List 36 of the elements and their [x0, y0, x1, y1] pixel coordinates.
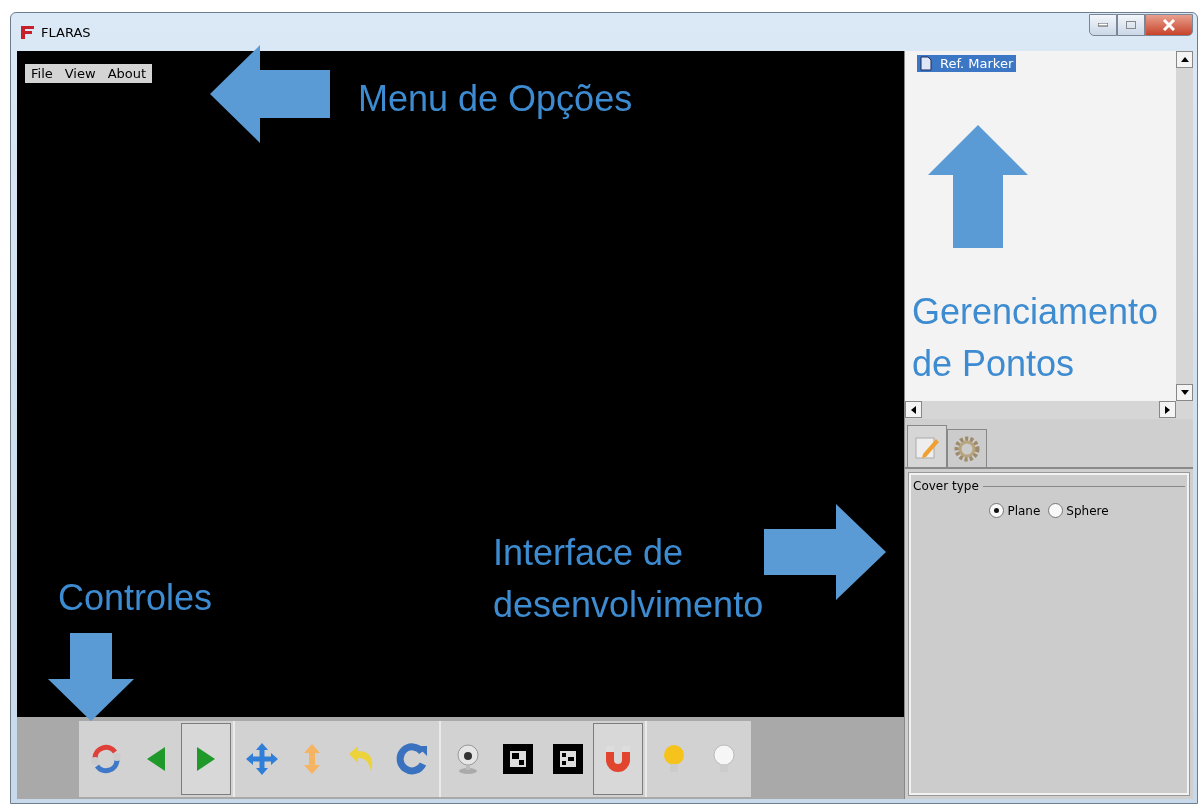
maximize-icon: [1126, 21, 1136, 29]
window-title: FLARAS: [41, 24, 91, 40]
maximize-button[interactable]: [1117, 14, 1145, 36]
radio-option[interactable]: Sphere: [1048, 503, 1109, 518]
vertical-scrollbar[interactable]: [1176, 51, 1193, 401]
annotation-label: Interface de desenvolvimento: [493, 531, 765, 627]
minimize-button[interactable]: [1089, 14, 1117, 36]
down-arrow-icon: [1180, 390, 1189, 395]
marker-icon: [501, 742, 535, 776]
tree-item[interactable]: Ref. Marker: [917, 55, 1017, 72]
annotation-label: Controles: [58, 576, 213, 620]
right-arrow-icon: [1165, 405, 1170, 414]
tab[interactable]: [907, 425, 947, 467]
menu-item[interactable]: View: [64, 66, 96, 81]
move-icon: [245, 742, 279, 776]
document-icon: [920, 56, 932, 71]
group-title: Cover type: [913, 479, 979, 493]
annotation-label: Menu de Opções: [358, 77, 633, 121]
up-arrow-icon: [1180, 57, 1189, 62]
minimize-icon: [1098, 23, 1108, 27]
app-logo-icon: [19, 24, 35, 40]
close-button[interactable]: [1145, 14, 1193, 36]
left-arrow-icon: [911, 405, 916, 414]
horizontal-scrollbar[interactable]: [905, 401, 1193, 419]
menu-item[interactable]: About: [107, 66, 147, 81]
refresh-icon: [89, 742, 123, 776]
gear-icon: [953, 434, 981, 463]
close-icon: [1163, 19, 1175, 31]
radio-button[interactable]: [1048, 503, 1064, 518]
marker-icon: [551, 742, 585, 776]
radio-button[interactable]: [989, 503, 1005, 518]
menu-item[interactable]: File: [31, 66, 53, 81]
redo-icon: [395, 742, 429, 776]
tab[interactable]: [947, 429, 987, 467]
annotation-label: Gerenciamento de Pontos: [912, 290, 1160, 386]
radio-option[interactable]: Plane: [989, 503, 1041, 518]
